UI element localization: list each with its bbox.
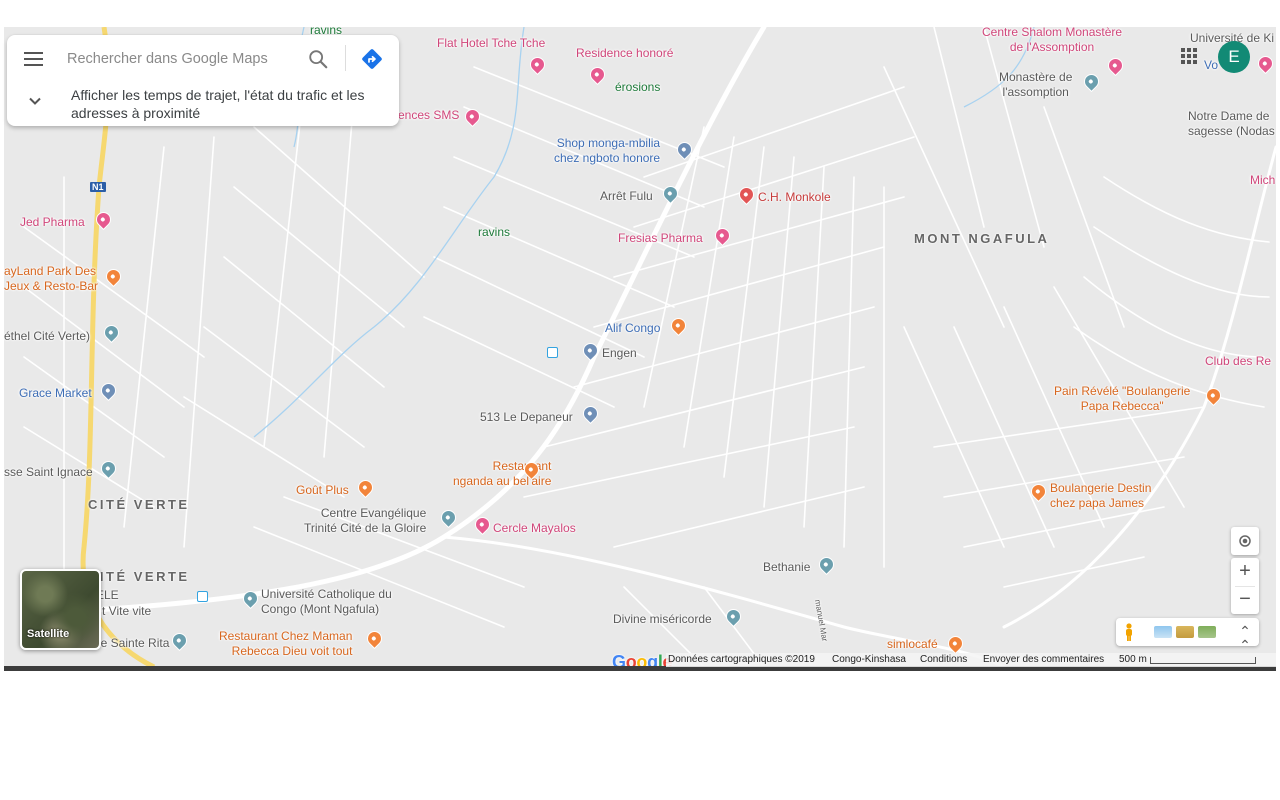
- pegman-icon[interactable]: [1124, 623, 1134, 642]
- place-label-chez-maman-rebecca[interactable]: Restaurant Chez Maman Rebecca Dieu voit …: [219, 629, 352, 659]
- search-divider: [345, 45, 346, 71]
- place-label-centre-evangelique[interactable]: Centre Evangélique Trinité Cité de la Gl…: [304, 506, 426, 536]
- place-label-sms[interactable]: ences SMS: [398, 108, 459, 123]
- road-shield: N1: [90, 182, 106, 192]
- terms-link[interactable]: Conditions: [920, 653, 967, 667]
- scale-label: 500 m: [1119, 654, 1147, 665]
- region-link[interactable]: Congo-Kinshasa: [832, 653, 906, 667]
- chevron-down-icon: [29, 97, 41, 105]
- google-logo: Google: [612, 652, 673, 667]
- scale-bar: [1150, 657, 1256, 664]
- my-location-button[interactable]: [1231, 527, 1259, 555]
- search-icon[interactable]: [307, 48, 329, 70]
- place-label-gout-plus[interactable]: Goût Plus: [296, 483, 349, 498]
- district-label-mont-ngafula: MONT NGAFULA: [914, 231, 1050, 246]
- place-label-monastere[interactable]: Monastère de l'assomption: [999, 70, 1072, 100]
- place-label-bethel[interactable]: éthel Cité Verte): [4, 329, 90, 344]
- place-label-cercle-mayalos[interactable]: Cercle Mayalos: [493, 521, 576, 536]
- place-label-grace-market[interactable]: Grace Market: [19, 386, 92, 401]
- location-icon: [1239, 535, 1251, 547]
- place-label-saint-ignace[interactable]: sse Saint Ignace: [4, 465, 93, 480]
- apps-grid-icon[interactable]: [1181, 48, 1197, 64]
- menu-icon[interactable]: [24, 50, 44, 66]
- place-label-centre-shalom[interactable]: Centre Shalom Monastère de l'Assomption: [982, 27, 1122, 55]
- place-label-engen[interactable]: Engen: [602, 346, 637, 361]
- place-label-notre-dame[interactable]: Notre Dame de sagesse (Nodas: [1188, 109, 1275, 139]
- district-label-cite-verte: CITÉ VERTE: [88, 497, 190, 512]
- bike-layer-icon[interactable]: [1198, 626, 1216, 638]
- district-label-cite-verte-2: CITÉ VERTE: [88, 569, 190, 584]
- place-label-mich[interactable]: Mich: [1250, 173, 1275, 188]
- place-label-boulangerie-destin[interactable]: Boulangerie Destin chez papa James: [1050, 481, 1151, 511]
- place-label-pain-revele[interactable]: Pain Révélé "Boulangerie Papa Rebecca": [1054, 384, 1190, 414]
- place-label-simlocafe[interactable]: simlocafé: [887, 637, 938, 652]
- layers-bar: ⌃ ⌃: [1116, 618, 1259, 652]
- place-label-playland[interactable]: ayLand Park Des Jeux & Resto-Bar: [4, 264, 98, 294]
- place-label-arret-fulu[interactable]: Arrêt Fulu: [600, 189, 653, 204]
- map-data-credit: Données cartographiques ©2019: [668, 654, 815, 665]
- place-label-club-des-re[interactable]: Club des Re: [1205, 354, 1271, 369]
- traffic-layer-icon[interactable]: [1154, 626, 1172, 638]
- terrain-layer-icon[interactable]: [1176, 626, 1194, 638]
- search-input[interactable]: [65, 45, 299, 73]
- place-label-sainte-rita[interactable]: de Sainte Rita: [94, 636, 169, 651]
- place-label-flat-hotel[interactable]: Flat Hotel Tche Tche: [437, 36, 545, 51]
- directions-icon[interactable]: [360, 47, 384, 71]
- place-label-bethanie[interactable]: Bethanie: [763, 560, 810, 575]
- search-panel: Afficher les temps de trajet, l'état du …: [7, 35, 399, 126]
- feedback-link[interactable]: Envoyer des commentaires: [983, 653, 1104, 667]
- satellite-label: Satellite: [27, 628, 70, 640]
- place-label-divine-misericorde[interactable]: Divine miséricorde: [613, 612, 712, 627]
- place-label-jed-pharma[interactable]: Jed Pharma: [20, 215, 85, 230]
- satellite-toggle[interactable]: Satellite: [20, 569, 101, 650]
- zoom-in-button[interactable]: +: [1231, 558, 1259, 586]
- place-label-vite-vite[interactable]: t Vite vite: [102, 604, 151, 619]
- zoom-controls: + −: [1231, 558, 1259, 614]
- bus-stop-icon[interactable]: [197, 591, 208, 602]
- place-label-vo[interactable]: Vo: [1204, 58, 1218, 73]
- search-row: [7, 35, 399, 81]
- place-label-fresias-pharma[interactable]: Fresias Pharma: [618, 231, 703, 246]
- expand-icon[interactable]: ⌃ ⌃: [1237, 624, 1253, 652]
- place-label-residence-honore[interactable]: Residence honoré: [576, 46, 673, 61]
- place-label-shop-monga-mbilia[interactable]: Shop monga-mbilia chez ngboto honore: [554, 136, 660, 166]
- place-label-alif-congo[interactable]: Alif Congo: [605, 321, 660, 336]
- place-label-ch-monkole[interactable]: C.H. Monkole: [758, 190, 831, 205]
- place-label-ravins[interactable]: ravins: [478, 225, 510, 240]
- attribution-bar: Données cartographiques ©2019 Congo-Kins…: [666, 653, 1276, 667]
- place-label-erosions[interactable]: érosions: [615, 80, 660, 95]
- travel-info-text: Afficher les temps de trajet, l'état du …: [71, 87, 365, 121]
- travel-info-toggle[interactable]: Afficher les temps de trajet, l'état du …: [7, 82, 399, 126]
- zoom-out-button[interactable]: −: [1231, 586, 1259, 614]
- bus-stop-icon[interactable]: [547, 347, 558, 358]
- place-label-universite-catholique[interactable]: Université Catholique du Congo (Mont Nga…: [261, 587, 392, 617]
- place-label-513-le-depaneur[interactable]: 513 Le Depaneur: [480, 410, 573, 425]
- account-avatar[interactable]: E: [1218, 41, 1250, 73]
